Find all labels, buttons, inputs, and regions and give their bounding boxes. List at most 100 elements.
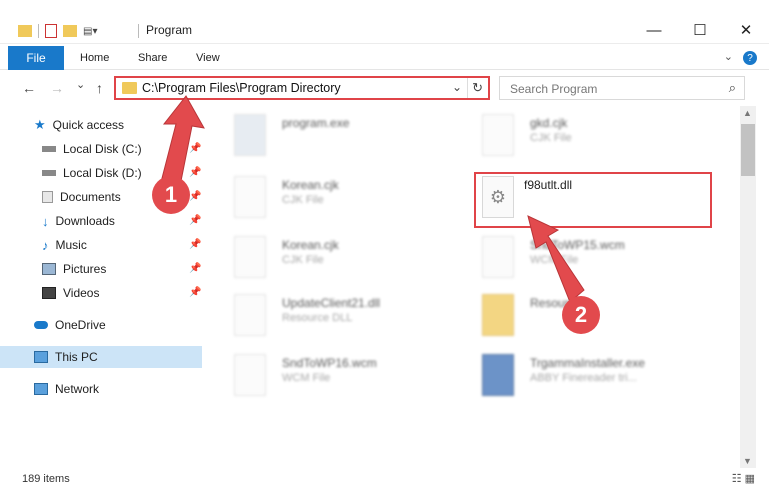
pin-icon[interactable]: 📌: [189, 239, 201, 250]
file-type: WCM File: [530, 254, 579, 266]
file-name: Korean.cjk: [282, 178, 339, 192]
tab-view[interactable]: View: [196, 52, 220, 64]
tab-share[interactable]: Share: [138, 52, 167, 64]
vertical-scrollbar[interactable]: ▲ ▼: [740, 106, 756, 468]
scroll-up-icon[interactable]: ▲: [743, 108, 752, 118]
sidebar-item-music[interactable]: ♪ Music: [42, 234, 87, 256]
file-name: TrgammaInstaller.exe: [530, 356, 645, 370]
navigation-bar: ← → ⌄ ↑ C:\Program Files\Program Directo…: [0, 70, 769, 106]
cloud-icon: [34, 321, 48, 329]
toolbar-divider: [38, 24, 39, 38]
file-name: SndToWP15.wcm: [530, 238, 625, 252]
file-item[interactable]: UpdateClient21.dll Resource DLL: [234, 294, 474, 346]
minimize-button[interactable]: —: [631, 18, 677, 42]
properties-icon[interactable]: [45, 24, 57, 38]
maximize-button[interactable]: ☐: [677, 18, 723, 42]
search-icon[interactable]: ⌕: [729, 80, 736, 96]
help-icon[interactable]: ?: [743, 51, 757, 65]
quick-access-toolbar: ▤▾: [18, 22, 97, 40]
file-item[interactable]: SndToWP16.wcm WCM File: [234, 354, 474, 406]
downloads-icon: ↓: [42, 213, 49, 229]
pin-icon[interactable]: 📌: [189, 287, 201, 298]
sidebar-item-pictures[interactable]: Pictures: [42, 258, 106, 280]
sidebar-item-label: Network: [55, 382, 100, 396]
scroll-thumb[interactable]: [741, 124, 755, 176]
file-type: CJK File: [282, 194, 324, 206]
file-type: WCM File: [282, 372, 331, 384]
sidebar-item-local-disk-d[interactable]: Local Disk (D:): [42, 162, 142, 184]
file-item[interactable]: Korean.cjk CJK File: [234, 236, 474, 288]
sidebar-item-label: Downloads: [55, 214, 115, 228]
sidebar-item-quick-access[interactable]: ★ Quick access: [34, 114, 124, 136]
search-input[interactable]: Search Program: [510, 82, 597, 96]
forward-button[interactable]: →: [50, 80, 64, 96]
file-item[interactable]: TrgammaInstaller.exe ABBY Finereader tri…: [482, 354, 722, 406]
up-button[interactable]: ↑: [96, 80, 103, 96]
installer-icon: [234, 114, 266, 156]
dll-icon: [234, 294, 266, 336]
file-item[interactable]: gkd.cjk CJK File: [482, 114, 722, 166]
music-icon: ♪: [42, 237, 49, 253]
network-icon: [34, 383, 48, 395]
tab-home[interactable]: Home: [80, 52, 109, 64]
close-button[interactable]: ✕: [723, 18, 769, 42]
file-icon: [482, 114, 514, 156]
address-dropdown-icon[interactable]: ⌄: [452, 80, 462, 94]
view-toggle-icons[interactable]: ☷ ▦: [732, 472, 755, 485]
sidebar-item-videos[interactable]: Videos: [42, 282, 99, 304]
folder-icon: [18, 25, 32, 37]
pin-icon[interactable]: 📌: [189, 263, 201, 274]
pin-icon[interactable]: 📌: [189, 143, 201, 154]
scroll-down-icon[interactable]: ▼: [743, 456, 752, 466]
folder-icon: [122, 82, 137, 94]
sidebar-item-label: OneDrive: [55, 318, 106, 332]
sidebar-item-documents[interactable]: Documents: [42, 186, 121, 208]
sidebar-item-onedrive[interactable]: OneDrive: [34, 314, 106, 336]
pin-icon[interactable]: 📌: [189, 191, 201, 202]
file-name: Korean.cjk: [282, 238, 339, 252]
file-name: program.exe: [282, 116, 350, 130]
highlight-box: [474, 172, 712, 228]
refresh-icon[interactable]: ↻: [472, 80, 483, 96]
sidebar-item-downloads[interactable]: ↓ Downloads: [42, 210, 115, 232]
folder-icon: [482, 294, 514, 336]
file-icon: [234, 236, 266, 278]
sidebar-item-this-pc[interactable]: This PC: [0, 346, 202, 368]
file-type: Resource DLL: [282, 312, 353, 324]
sidebar-item-local-disk-c[interactable]: Local Disk (C:): [42, 138, 142, 160]
file-item[interactable]: Resources: [482, 294, 722, 346]
recent-locations-button[interactable]: ⌄: [76, 78, 85, 91]
step-badge-2: 2: [562, 296, 600, 334]
file-item[interactable]: Korean.cjk CJK File: [234, 176, 474, 228]
new-folder-icon[interactable]: [63, 25, 77, 37]
address-bar[interactable]: C:\Program Files\Program Directory ⌄ ↻: [114, 76, 490, 100]
file-icon: [234, 354, 266, 396]
file-type: ABBY Finereader tri...: [530, 372, 637, 384]
sidebar-item-label: Quick access: [52, 118, 125, 132]
item-count: 189 items: [22, 473, 70, 485]
ribbon-expand-icon[interactable]: ⌄: [724, 50, 733, 63]
customize-toolbar-icon[interactable]: ▤▾: [83, 26, 97, 37]
sidebar-item-network[interactable]: Network: [34, 378, 99, 400]
address-divider: [467, 78, 468, 98]
sidebar-item-label: Videos: [63, 286, 100, 300]
file-tab[interactable]: File: [8, 46, 64, 70]
search-box[interactable]: Search Program ⌕: [499, 76, 745, 100]
file-item[interactable]: program.exe: [234, 114, 474, 166]
address-path[interactable]: C:\Program Files\Program Directory: [142, 81, 341, 95]
navigation-pane: ★ Quick access Local Disk (C:) 📌 Local D…: [0, 106, 206, 466]
ribbon: File Home Share View ⌄ ?: [0, 44, 769, 70]
file-icon: [482, 236, 514, 278]
pin-icon[interactable]: 📌: [189, 167, 201, 178]
videos-icon: [42, 287, 56, 299]
back-button[interactable]: ←: [22, 80, 36, 96]
sidebar-item-label: This PC: [55, 350, 98, 364]
pin-icon[interactable]: 📌: [189, 215, 201, 226]
sidebar-item-label: Local Disk (D:): [63, 166, 142, 180]
window-controls: — ☐ ✕: [631, 18, 769, 42]
file-list: program.exe Korean.cjk CJK File Korean.c…: [206, 106, 738, 466]
title-divider: [138, 24, 139, 38]
file-item[interactable]: SndToWP15.wcm WCM File: [482, 236, 722, 288]
star-icon: ★: [34, 117, 46, 132]
file-icon: [234, 176, 266, 218]
